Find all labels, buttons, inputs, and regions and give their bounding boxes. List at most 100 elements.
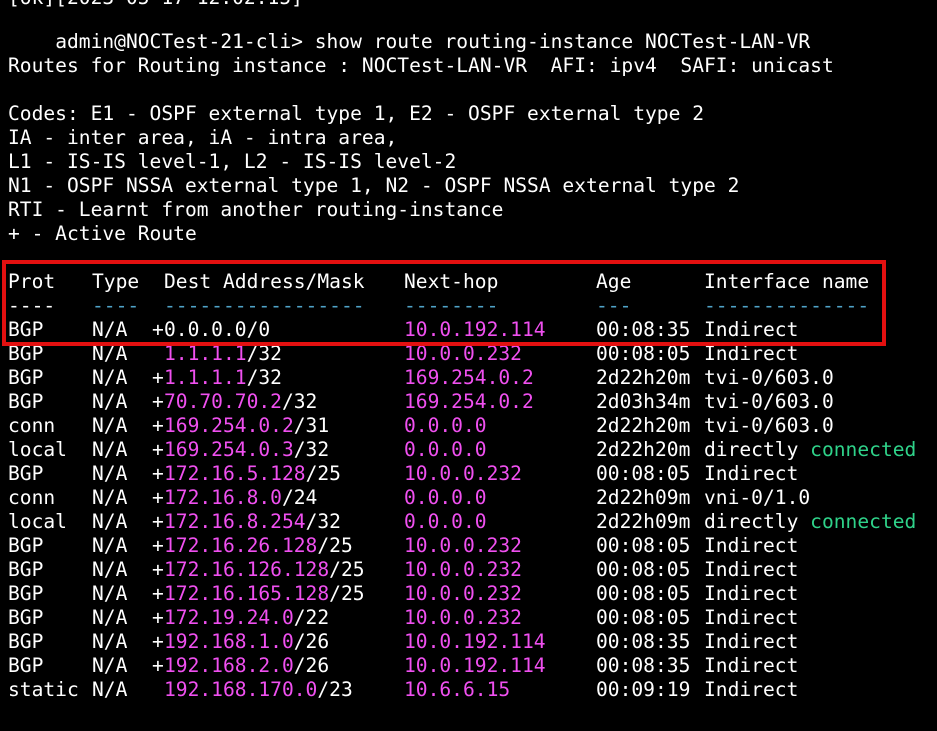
route-dest-mask: /32 <box>281 390 318 413</box>
route-dest-ip: 192.168.1.0 <box>164 630 294 653</box>
route-interface: Indirect <box>704 654 798 678</box>
route-active-flag: + <box>152 486 164 509</box>
route-interface-name: vni-0/1.0 <box>704 486 811 509</box>
route-active-flag: + <box>152 558 164 581</box>
route-dest-ip: 1.1.1.1 <box>164 366 247 389</box>
route-next-hop: 10.0.0.232 <box>404 462 522 485</box>
route-type: N/A <box>92 678 128 701</box>
route-prot: BGP <box>8 654 44 677</box>
route-next-hop: 169.254.0.2 <box>404 390 534 413</box>
route-interface-name: Indirect <box>704 606 799 629</box>
route-interface: directly connected <box>704 510 916 534</box>
route-prot: BGP <box>8 462 44 485</box>
route-dest-mask: /24 <box>281 486 318 509</box>
route-age: 2d22h20m <box>596 366 691 389</box>
route-dest: 172.19.24.0/22 <box>164 606 329 630</box>
route-interface: Indirect <box>704 558 798 582</box>
route-dest-mask: /32 <box>305 510 341 533</box>
route-dest-ip: 172.16.5.128 <box>164 462 306 485</box>
route-age: 00:08:35 <box>596 630 691 653</box>
route-dest-mask: /26 <box>293 654 330 677</box>
route-next-hop: 0.0.0.0 <box>404 438 487 461</box>
route-interface-name: Indirect <box>704 582 799 605</box>
codes-line: N1 - OSPF NSSA external type 1, N2 - OSP… <box>8 174 740 197</box>
route-interface-name: tvi-0/603.0 <box>704 414 834 437</box>
route-active-flag: + <box>152 438 164 461</box>
route-next-hop: 10.0.0.232 <box>404 534 522 557</box>
route-interface-name: tvi-0/603.0 <box>704 366 834 389</box>
route-age: 00:08:35 <box>596 654 691 677</box>
route-interface-name: Indirect <box>704 654 799 677</box>
route-prot: BGP <box>8 390 44 413</box>
route-active-flag <box>152 678 164 702</box>
route-age: 00:08:05 <box>596 534 691 557</box>
route-interface-name: directly <box>704 438 799 461</box>
route-dest-mask: /23 <box>317 678 353 701</box>
route-prot: conn <box>8 414 56 437</box>
route-interface-connected: connected <box>810 510 917 533</box>
route-active-flag: + <box>152 582 164 605</box>
route-type: N/A <box>92 654 128 677</box>
route-dest-ip: 192.168.2.0 <box>164 654 294 677</box>
route-next-hop: 10.0.0.232 <box>404 558 522 581</box>
route-type: N/A <box>92 462 128 485</box>
route-next-hop: 10.0.192.114 <box>404 630 546 653</box>
route-dest: 192.168.2.0/26 <box>164 654 329 678</box>
route-active-flag: + <box>152 630 164 653</box>
route-next-hop: 10.6.6.15 <box>404 678 511 701</box>
route-age: 00:08:05 <box>596 606 691 629</box>
route-prot: conn <box>8 486 56 509</box>
route-next-hop: 10.0.192.114 <box>404 654 546 677</box>
route-next-hop: 169.254.0.2 <box>404 366 534 389</box>
route-interface: Indirect <box>704 630 798 654</box>
route-interface-name: Indirect <box>704 534 799 557</box>
route-interface: Indirect <box>704 582 798 606</box>
route-active-flag: + <box>152 654 164 677</box>
route-dest: 172.16.8.254/32 <box>164 510 341 534</box>
route-type: N/A <box>92 582 128 605</box>
route-prot: BGP <box>8 606 44 629</box>
command-text: show route routing-instance NOCTest-LAN-… <box>314 30 811 53</box>
route-interface: directly connected <box>704 438 916 462</box>
route-interface-name: Indirect <box>704 678 799 701</box>
route-dest-ip: 172.16.8.254 <box>164 510 306 533</box>
route-dest-mask: /31 <box>293 414 330 437</box>
codes-line: Codes: E1 - OSPF external type 1, E2 - O… <box>8 102 704 125</box>
route-next-hop: 10.0.0.232 <box>404 606 522 629</box>
route-interface-connected: connected <box>810 438 917 461</box>
route-dest-ip: 172.16.26.128 <box>164 534 318 557</box>
route-active-flag: + <box>152 606 164 629</box>
route-prot: local <box>8 510 67 533</box>
route-prot: BGP <box>8 558 44 581</box>
route-dest: 192.168.170.0/23 <box>164 678 353 702</box>
prompt-user-host: admin@NOCTest-21-cli> <box>55 30 303 53</box>
route-type: N/A <box>92 438 128 461</box>
route-prot: static <box>8 678 79 701</box>
route-type: N/A <box>92 390 128 413</box>
route-type: N/A <box>92 558 128 581</box>
route-dest-ip: 169.254.0.3 <box>164 438 294 461</box>
route-dest-mask: /22 <box>293 606 330 629</box>
route-age: 2d03h34m <box>596 390 691 413</box>
route-dest-ip: 192.168.170.0 <box>164 678 318 701</box>
route-dest-ip: 172.16.126.128 <box>164 558 330 581</box>
route-interface: vni-0/1.0 <box>704 486 810 510</box>
routes-summary-line: Routes for Routing instance : NOCTest-LA… <box>8 54 834 77</box>
route-dest: 172.16.26.128/25 <box>164 534 353 558</box>
route-active-flag: + <box>152 390 164 413</box>
route-next-hop: 0.0.0.0 <box>404 414 487 437</box>
route-type: N/A <box>92 366 128 389</box>
route-dest: 172.16.165.128/25 <box>164 582 365 606</box>
route-interface-name: Indirect <box>704 462 799 485</box>
terminal-window[interactable]: [ok][2023-05-17 12:02:15] admin@NOCTest-… <box>0 0 937 731</box>
route-interface: tvi-0/603.0 <box>704 390 834 414</box>
route-prot: BGP <box>8 534 44 557</box>
route-next-hop: 0.0.0.0 <box>404 486 487 509</box>
route-prot: BGP <box>8 366 44 389</box>
route-age: 00:09:19 <box>596 678 691 701</box>
route-next-hop: 0.0.0.0 <box>404 510 487 533</box>
route-type: N/A <box>92 534 128 557</box>
route-interface: tvi-0/603.0 <box>704 414 834 438</box>
route-age: 00:08:05 <box>596 462 691 485</box>
route-age: 2d22h20m <box>596 414 691 437</box>
